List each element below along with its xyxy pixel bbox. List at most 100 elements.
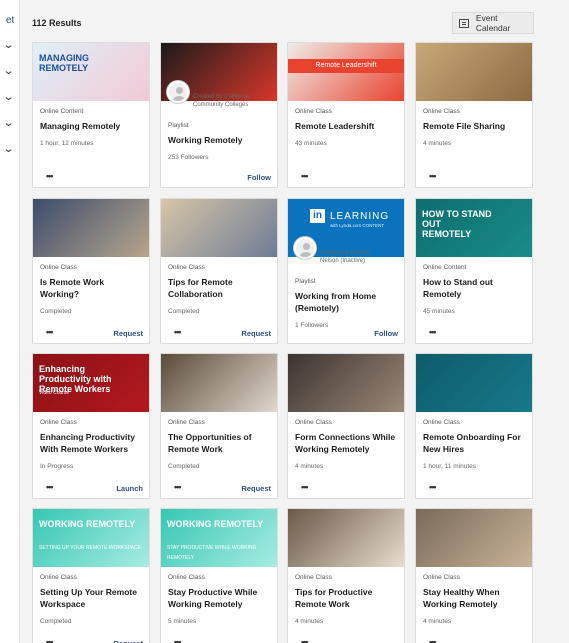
card-body: Online Class Remote Leadershift 43 minutes — [288, 108, 404, 147]
content-card[interactable]: Online Class Stay Healthy When Working Re… — [415, 508, 533, 643]
card-thumbnail[interactable]: WORKING REMOTELY STAY PRODUCTIVE WHILE WO… — [161, 509, 277, 567]
card-action-button[interactable]: Request — [241, 329, 271, 338]
card-meta: 1 Followers — [295, 322, 329, 329]
thumb-subtext: SETTING UP YOUR REMOTE WORKSPACE — [39, 545, 141, 551]
card-thumbnail[interactable]: WORKING REMOTELY SETTING UP YOUR REMOTE W… — [33, 509, 149, 567]
more-options-icon[interactable]: ••• — [301, 637, 309, 643]
content-card[interactable]: WORKING REMOTELY SETTING UP YOUR REMOTE W… — [32, 508, 150, 643]
card-thumbnail[interactable] — [416, 509, 532, 567]
card-action-button[interactable]: Request — [241, 484, 271, 493]
card-title[interactable]: Setting Up Your Remote Workspace — [40, 586, 142, 610]
content-card[interactable]: WORKING REMOTELY STAY PRODUCTIVE WHILE WO… — [160, 508, 278, 643]
card-meta: 45 minutes — [423, 308, 455, 315]
card-title[interactable]: Tips for Remote Collaboration — [168, 276, 270, 300]
card-thumbnail[interactable]: HOW TO STAND OUT REMOTELY — [416, 199, 532, 257]
card-meta: 43 minutes — [295, 140, 327, 147]
chevron-down-icon[interactable]: ⌄ — [3, 64, 15, 77]
card-thumbnail[interactable]: Remote Leadershift — [288, 43, 404, 101]
card-title[interactable]: Working Remotely — [168, 134, 270, 146]
content-card[interactable]: Online Class Remote Onboarding For New Hi… — [415, 353, 533, 499]
content-card[interactable]: Online Class Tips for Remote Collaboratio… — [160, 198, 278, 344]
more-options-icon[interactable]: ••• — [429, 637, 437, 643]
card-thumbnail[interactable]: Enhancing Productivity with Remote Worke… — [33, 354, 149, 412]
card-title[interactable]: Is Remote Work Working? — [40, 276, 142, 300]
card-type: Online Content — [423, 264, 467, 271]
more-options-icon[interactable]: ••• — [46, 327, 54, 337]
more-options-icon[interactable]: ••• — [429, 327, 437, 337]
more-options-icon[interactable]: ••• — [46, 482, 54, 492]
content-card[interactable]: Online Class Is Remote Work Working? Compl… — [32, 198, 150, 344]
card-meta: In Progress — [40, 463, 74, 470]
more-options-icon[interactable]: ••• — [429, 482, 437, 492]
card-thumbnail[interactable] — [33, 199, 149, 257]
creator-text: Created by California Community Colleges — [193, 94, 250, 108]
card-type: Online Class — [423, 419, 460, 426]
card-title[interactable]: Tips for Productive Remote Work — [295, 586, 397, 610]
card-thumbnail[interactable] — [161, 199, 277, 257]
card-body: Online Content Managing Remotely 1 hour, 1… — [33, 108, 149, 147]
card-thumbnail[interactable] — [288, 354, 404, 412]
more-options-icon[interactable]: ••• — [174, 327, 182, 337]
card-title[interactable]: Enhancing Productivity With Remote Worke… — [40, 431, 142, 455]
content-card[interactable]: Online Class Form Connections While Worki… — [287, 353, 405, 499]
content-card[interactable]: Remote Leadershift Online Class Remote Lea… — [287, 42, 405, 188]
card-action-button[interactable]: Follow — [374, 329, 398, 338]
card-thumbnail[interactable] — [416, 354, 532, 412]
card-meta: 5 minutes — [168, 618, 197, 625]
content-card[interactable]: MANAGING REMOTELY Online Content Managing … — [32, 42, 150, 188]
card-meta: 4 minutes — [423, 618, 452, 625]
sidebar-fragment[interactable]: et — [6, 15, 14, 26]
card-title[interactable]: Remote Onboarding For New Hires — [423, 431, 525, 455]
card-meta: Completed — [168, 463, 200, 470]
card-type: Online Class — [40, 419, 77, 426]
card-action-button[interactable]: Request — [113, 639, 143, 643]
card-body: Online Content How to Stand out Remotely 4… — [416, 264, 532, 315]
content-card[interactable]: Online Class Remote File Sharing 4 minutes… — [415, 42, 533, 188]
card-title[interactable]: The Opportunities of Remote Work — [168, 431, 270, 455]
card-body: Playlist Working from Home (Remotely) 1 Fo… — [288, 257, 404, 329]
card-title[interactable]: Remote Leadershift — [295, 120, 397, 132]
content-card[interactable]: Enhancing Productivity with Remote Worke… — [32, 353, 150, 499]
card-title[interactable]: Working from Home (Remotely) — [295, 290, 397, 314]
avatar — [294, 237, 316, 259]
card-thumbnail[interactable] — [288, 509, 404, 567]
card-action-button[interactable]: Follow — [247, 173, 271, 182]
card-thumbnail[interactable] — [161, 354, 277, 412]
avatar — [167, 81, 189, 103]
card-meta: 4 minutes — [295, 618, 324, 625]
more-options-icon[interactable]: ••• — [46, 637, 54, 643]
calendar-icon — [459, 18, 469, 28]
chevron-down-icon[interactable]: ⌄ — [3, 90, 15, 103]
card-body: Online Class Stay Healthy When Working Re… — [416, 574, 532, 625]
card-title[interactable]: How to Stand out Remotely — [423, 276, 525, 300]
more-options-icon[interactable]: ••• — [174, 637, 182, 643]
chevron-down-icon[interactable]: ⌄ — [3, 38, 15, 51]
more-options-icon[interactable]: ••• — [301, 171, 309, 181]
card-title[interactable]: Managing Remotely — [40, 120, 142, 132]
event-calendar-button[interactable]: Event Calendar — [452, 12, 534, 34]
card-type: Online Class — [295, 419, 332, 426]
card-type: Online Content — [40, 108, 84, 115]
content-card[interactable]: in LEARNING with Lynda.com CONTENT Playlist… — [287, 198, 405, 344]
more-options-icon[interactable]: ••• — [301, 482, 309, 492]
thumb-text: HOW TO STAND OUT REMOTELY — [422, 209, 492, 239]
card-meta: 4 minutes — [423, 140, 452, 147]
card-action-button[interactable]: Launch — [116, 484, 143, 493]
content-card[interactable]: Online Class The Opportunities of Remote … — [160, 353, 278, 499]
card-title[interactable]: Remote File Sharing — [423, 120, 525, 132]
card-title[interactable]: Stay Productive While Working Remotely — [168, 586, 270, 610]
card-action-button[interactable]: Request — [113, 329, 143, 338]
chevron-down-icon[interactable]: ⌄ — [3, 116, 15, 129]
content-card[interactable]: Online Class Tips for Productive Remote W… — [287, 508, 405, 643]
content-card[interactable]: Playlist Working Remotely 253 Followers Cre… — [160, 42, 278, 188]
chevron-down-icon[interactable]: ⌄ — [3, 142, 15, 155]
card-thumbnail[interactable]: MANAGING REMOTELY — [33, 43, 149, 101]
more-options-icon[interactable]: ••• — [429, 171, 437, 181]
content-card[interactable]: HOW TO STAND OUT REMOTELY Online Content H… — [415, 198, 533, 344]
card-type: Online Class — [295, 108, 332, 115]
card-title[interactable]: Stay Healthy When Working Remotely — [423, 586, 525, 610]
more-options-icon[interactable]: ••• — [174, 482, 182, 492]
card-title[interactable]: Form Connections While Working Remotely — [295, 431, 397, 455]
more-options-icon[interactable]: ••• — [46, 171, 54, 181]
card-thumbnail[interactable] — [416, 43, 532, 101]
